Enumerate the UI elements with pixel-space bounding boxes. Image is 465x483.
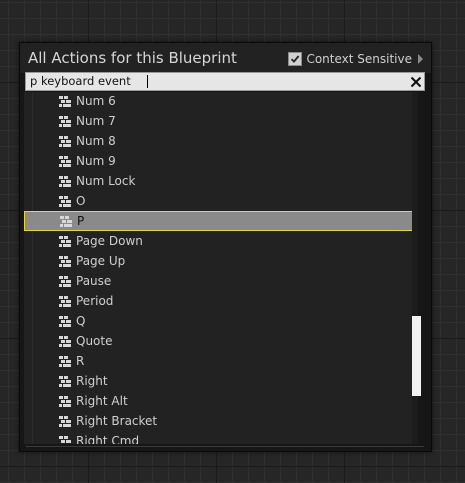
checkmark-icon <box>291 55 300 63</box>
search-input[interactable] <box>26 73 400 90</box>
panel-title: All Actions for this Blueprint <box>28 49 237 67</box>
list-item-label: O <box>76 194 86 208</box>
list-item[interactable]: Q <box>24 311 417 331</box>
list-item[interactable]: Period <box>24 291 417 311</box>
list-item[interactable]: O <box>24 191 417 211</box>
panel-header: All Actions for this Blueprint Context S… <box>20 43 431 73</box>
key-event-icon <box>58 294 72 308</box>
context-sensitive-checkbox[interactable] <box>288 52 303 66</box>
key-event-icon <box>58 134 72 148</box>
list-item-label: Q <box>76 314 86 328</box>
list-item[interactable]: Page Up <box>24 251 417 271</box>
list-item-label: Num 6 <box>76 94 116 108</box>
list-item-label: Right Alt <box>76 394 128 408</box>
chevron-right-icon[interactable] <box>418 54 423 64</box>
list-item-label: R <box>76 354 85 368</box>
action-menu-panel: All Actions for this Blueprint Context S… <box>19 42 432 452</box>
list-item[interactable]: Right Bracket <box>24 411 417 431</box>
key-event-icon <box>58 314 72 328</box>
key-event-icon <box>58 334 72 348</box>
list-item-label: Right Bracket <box>76 414 158 428</box>
key-event-icon <box>58 254 72 268</box>
search-box[interactable] <box>25 72 425 91</box>
key-event-icon <box>59 214 73 228</box>
key-event-icon <box>58 234 72 248</box>
list-item-label: Page Down <box>76 234 143 248</box>
list-item[interactable]: R <box>24 351 417 371</box>
clear-search-button[interactable] <box>408 74 423 89</box>
list-item[interactable]: Num 7 <box>24 111 417 131</box>
text-caret <box>147 75 148 88</box>
close-icon <box>410 76 421 87</box>
list-item-label: Num 9 <box>76 154 116 168</box>
list-item[interactable]: Num Lock <box>24 171 417 191</box>
key-event-icon <box>58 194 72 208</box>
list-item-label: Num 7 <box>76 114 116 128</box>
key-event-icon <box>58 114 72 128</box>
list-item-label: Right Cmd <box>76 434 140 444</box>
list-item-label: Period <box>76 294 114 308</box>
list-item[interactable]: Pause <box>24 271 417 291</box>
list-item-label: Num 8 <box>76 134 116 148</box>
list-item-label: Num Lock <box>76 174 136 188</box>
list-item[interactable]: Quote <box>24 331 417 351</box>
key-event-icon <box>58 374 72 388</box>
list-item[interactable]: Num 9 <box>24 151 417 171</box>
context-sensitive-label: Context Sensitive <box>306 52 412 66</box>
key-event-icon <box>58 434 72 444</box>
list-item-label: Quote <box>76 334 113 348</box>
key-event-icon <box>58 174 72 188</box>
context-sensitive-toggle[interactable]: Context Sensitive <box>288 51 423 67</box>
action-list[interactable]: Num 6 Num 7 Num 8 Num 9 Num Lock O P Page Down P… <box>24 92 417 444</box>
list-item[interactable]: Right Alt <box>24 391 417 411</box>
list-item[interactable]: Right Cmd <box>24 431 417 444</box>
list-item-label: P <box>77 214 85 228</box>
key-event-icon <box>58 394 72 408</box>
list-item[interactable]: Num 8 <box>24 131 417 151</box>
list-item-selected[interactable]: P <box>24 211 413 231</box>
key-event-icon <box>58 94 72 108</box>
scrollbar-thumb[interactable] <box>412 316 421 396</box>
panel-bottom-edge <box>26 446 424 447</box>
key-event-icon <box>58 354 72 368</box>
list-item[interactable]: Num 6 <box>24 92 417 111</box>
key-event-icon <box>58 154 72 168</box>
list-item-label: Page Up <box>76 254 126 268</box>
list-item[interactable]: Right <box>24 371 417 391</box>
list-item[interactable]: Page Down <box>24 231 417 251</box>
key-event-icon <box>58 414 72 428</box>
list-item-label: Pause <box>76 274 112 288</box>
key-event-icon <box>58 274 72 288</box>
list-item-label: Right <box>76 374 108 388</box>
